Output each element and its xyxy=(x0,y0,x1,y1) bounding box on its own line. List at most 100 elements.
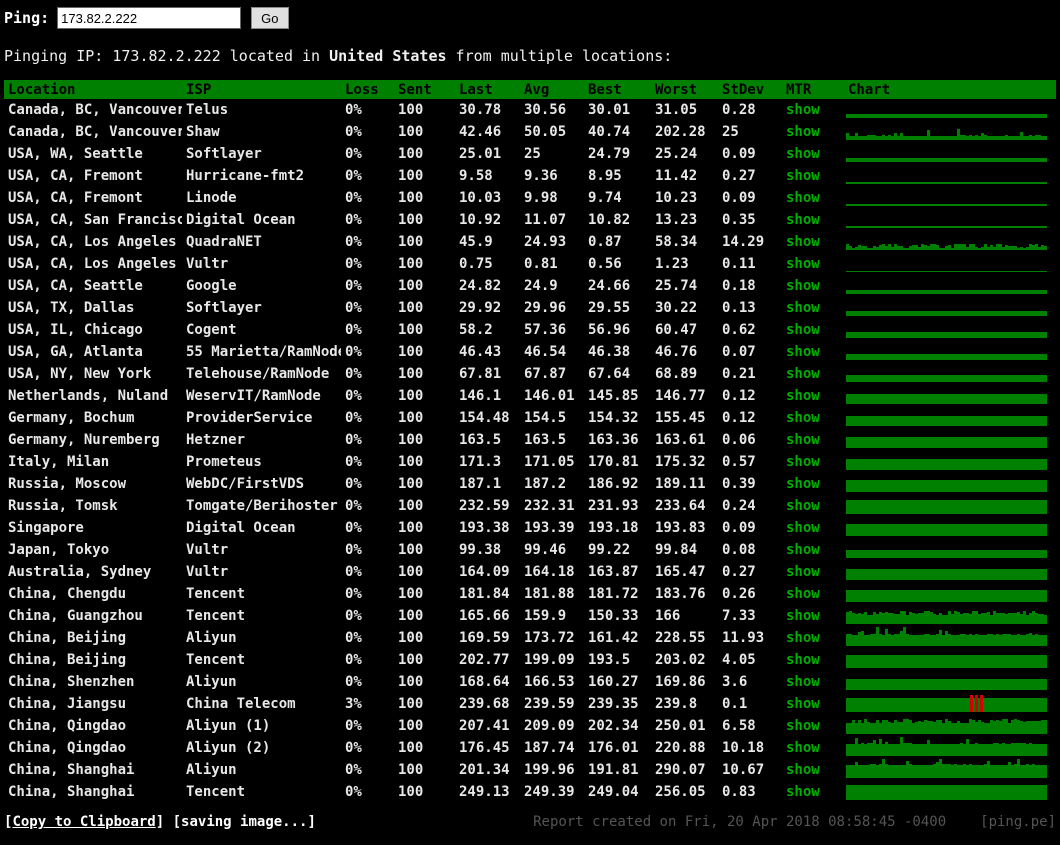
mtr-show-link[interactable]: show xyxy=(786,410,820,426)
last-cell: 193.38 xyxy=(459,520,510,536)
mtr-show-link[interactable]: show xyxy=(786,190,820,206)
mtr-show-link[interactable]: show xyxy=(786,542,820,558)
table-row: Canada, BC, Vancouver Telus 0% 100 30.78… xyxy=(4,99,1056,121)
info-suffix: from multiple locations: xyxy=(446,47,673,65)
mtr-show-link[interactable]: show xyxy=(786,102,820,118)
avg-cell: 199.09 xyxy=(524,652,575,668)
mtr-show-link[interactable]: show xyxy=(786,652,820,668)
best-cell: 0.87 xyxy=(588,234,622,250)
loss-cell: 0% xyxy=(345,388,362,404)
avg-cell: 232.31 xyxy=(524,498,575,514)
mtr-show-link[interactable]: show xyxy=(786,278,820,294)
best-cell: 8.95 xyxy=(588,168,622,184)
isp-cell: Telehouse/RamNode xyxy=(186,366,330,382)
mtr-show-link[interactable]: show xyxy=(786,498,820,514)
ping-results-table: Location ISP Loss Sent Last Avg Best Worst StDev… xyxy=(4,80,1056,803)
last-cell: 187.1 xyxy=(459,476,502,492)
isp-cell: Cogent xyxy=(186,322,237,338)
worst-cell: 228.55 xyxy=(655,630,706,646)
best-cell: 191.81 xyxy=(588,762,639,778)
sent-cell: 100 xyxy=(398,388,424,404)
table-row: Russia, Tomsk Tomgate/Berihoster 0% 100 … xyxy=(4,495,1056,517)
table-row: USA, IL, Chicago Cogent 0% 100 58.2 57.3… xyxy=(4,319,1056,341)
table-row: Germany, Nuremberg Hetzner 0% 100 163.5 … xyxy=(4,429,1056,451)
worst-cell: 163.61 xyxy=(655,432,706,448)
pinging-info-line: Pinging IP: 173.82.2.222 located in Unit… xyxy=(4,47,1060,65)
best-cell: 150.33 xyxy=(588,608,639,624)
isp-cell: Digital Ocean xyxy=(186,212,296,228)
stdev-cell: 0.27 xyxy=(722,168,756,184)
mtr-show-link[interactable]: show xyxy=(786,234,820,250)
mtr-show-link[interactable]: show xyxy=(786,146,820,162)
sent-cell: 100 xyxy=(398,696,424,712)
mtr-cell: show xyxy=(782,407,844,429)
table-row: Australia, Sydney Vultr 0% 100 164.09 16… xyxy=(4,561,1056,583)
saving-image-label: [saving image...] xyxy=(172,814,316,830)
worst-cell: 68.89 xyxy=(655,366,698,382)
isp-cell: Tencent xyxy=(186,652,246,668)
packet-loss-mark xyxy=(975,694,979,712)
chart-cell xyxy=(844,605,1056,627)
mtr-cell: show xyxy=(782,121,844,143)
loss-cell: 0% xyxy=(345,586,362,602)
table-row: China, Jiangsu China Telecom 3% 100 239.… xyxy=(4,693,1056,715)
location-cell: China, Shenzhen xyxy=(8,674,135,690)
last-cell: 176.45 xyxy=(459,740,510,756)
loss-cell: 0% xyxy=(345,212,362,228)
mtr-show-link[interactable]: show xyxy=(786,476,820,492)
mtr-show-link[interactable]: show xyxy=(786,388,820,404)
worst-cell: 58.34 xyxy=(655,234,698,250)
mtr-show-link[interactable]: show xyxy=(786,630,820,646)
mtr-show-link[interactable]: show xyxy=(786,366,820,382)
mtr-cell: show xyxy=(782,737,844,759)
latency-sparkline xyxy=(846,673,1048,692)
sent-cell: 100 xyxy=(398,256,424,272)
mtr-cell: show xyxy=(782,275,844,297)
mtr-show-link[interactable]: show xyxy=(786,124,820,140)
mtr-show-link[interactable]: show xyxy=(786,740,820,756)
best-cell: 163.87 xyxy=(588,564,639,580)
packet-loss-mark xyxy=(980,694,984,712)
mtr-show-link[interactable]: show xyxy=(786,520,820,536)
mtr-cell: show xyxy=(782,363,844,385)
chart-cell xyxy=(844,517,1056,539)
mtr-show-link[interactable]: show xyxy=(786,168,820,184)
mtr-show-link[interactable]: show xyxy=(786,300,820,316)
location-cell: China, Shanghai xyxy=(8,762,135,778)
mtr-cell: show xyxy=(782,539,844,561)
stdev-cell: 0.62 xyxy=(722,322,756,338)
mtr-show-link[interactable]: show xyxy=(786,454,820,470)
mtr-show-link[interactable]: show xyxy=(786,674,820,690)
ping-input[interactable] xyxy=(57,7,242,29)
sent-cell: 100 xyxy=(398,520,424,536)
latency-sparkline xyxy=(846,343,1048,362)
best-cell: 29.55 xyxy=(588,300,631,316)
mtr-show-link[interactable]: show xyxy=(786,564,820,580)
mtr-show-link[interactable]: show xyxy=(786,762,820,778)
mtr-show-link[interactable]: show xyxy=(786,586,820,602)
mtr-show-link[interactable]: show xyxy=(786,784,820,800)
mtr-show-link[interactable]: show xyxy=(786,608,820,624)
mtr-show-link[interactable]: show xyxy=(786,322,820,338)
sent-cell: 100 xyxy=(398,366,424,382)
table-row: Italy, Milan Prometeus 0% 100 171.3 171.… xyxy=(4,451,1056,473)
isp-cell: Vultr xyxy=(186,256,229,272)
copy-to-clipboard-link[interactable]: Copy to Clipboard xyxy=(12,814,155,830)
mtr-show-link[interactable]: show xyxy=(786,212,820,228)
mtr-show-link[interactable]: show xyxy=(786,344,820,360)
mtr-show-link[interactable]: show xyxy=(786,696,820,712)
table-row: China, Shanghai Aliyun 0% 100 201.34 199… xyxy=(4,759,1056,781)
mtr-show-link[interactable]: show xyxy=(786,432,820,448)
table-row: USA, CA, Los Angeles Vultr 0% 100 0.75 0… xyxy=(4,253,1056,275)
latency-sparkline xyxy=(846,627,1048,648)
bracket: ] xyxy=(155,814,165,830)
latency-sparkline xyxy=(846,101,1048,120)
location-cell: Russia, Tomsk xyxy=(8,498,118,514)
location-cell: USA, CA, Los Angeles xyxy=(8,234,177,250)
mtr-show-link[interactable]: show xyxy=(786,718,820,734)
mtr-show-link[interactable]: show xyxy=(786,256,820,272)
go-button[interactable]: Go xyxy=(251,7,289,29)
last-cell: 10.92 xyxy=(459,212,502,228)
mtr-cell: show xyxy=(782,99,844,121)
latency-sparkline xyxy=(846,453,1048,472)
